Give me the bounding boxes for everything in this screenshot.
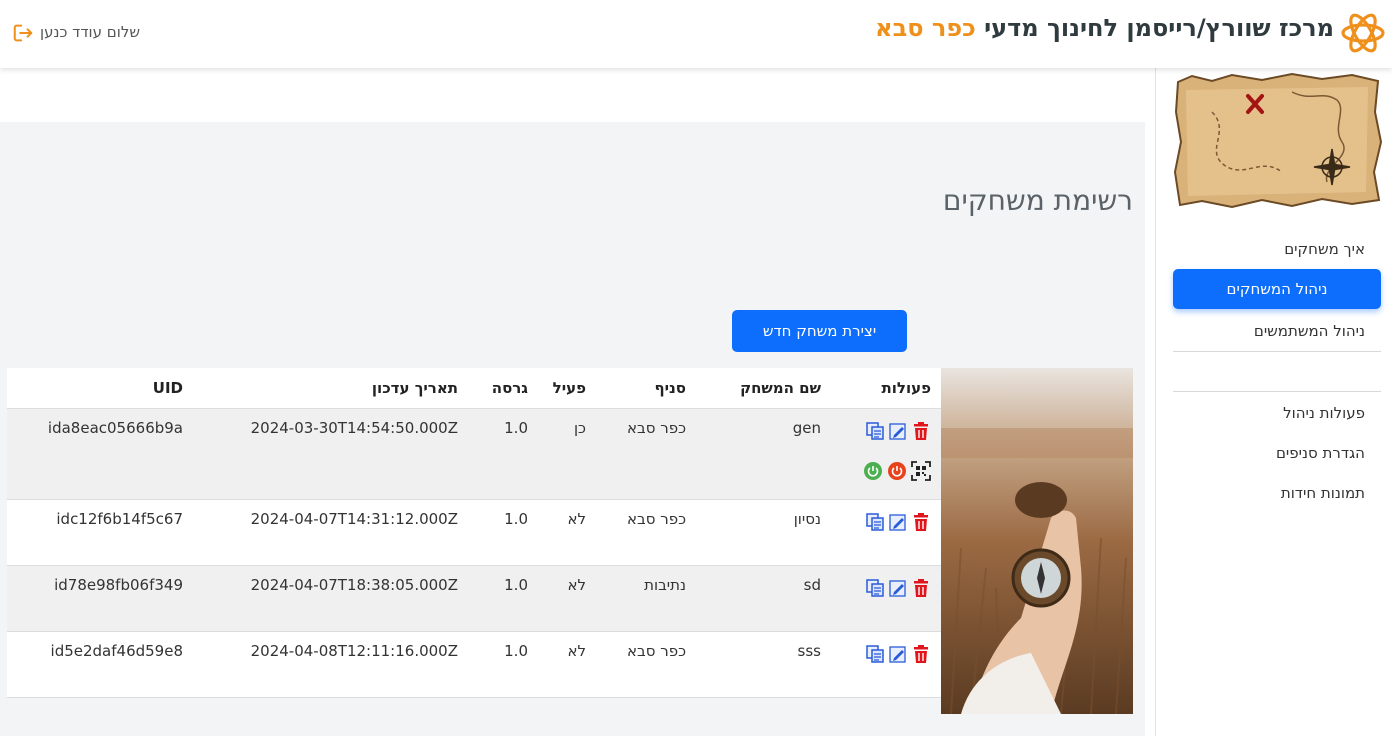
game-active: לא xyxy=(538,631,596,698)
game-uid: ida8eac05666b9a xyxy=(7,408,197,500)
col-version: גרסה xyxy=(468,368,538,409)
logout-icon[interactable] xyxy=(12,22,34,44)
game-name: נסיון xyxy=(696,499,831,566)
row-actions xyxy=(831,499,941,566)
game-updated: 2024-04-07T14:31:12.000Z xyxy=(197,499,468,566)
user-greeting: שלום עודד כנען xyxy=(40,23,140,41)
game-name: sss xyxy=(696,631,831,698)
nav-branch-settings[interactable]: הגדרת סניפים xyxy=(1173,433,1381,473)
game-version: 1.0 xyxy=(468,408,538,500)
brand-city: כפר סבא xyxy=(875,14,976,42)
row-actions xyxy=(831,408,941,500)
table-row: gen כפר סבא כן 1.0 2024-03-30T14:54:50.0… xyxy=(7,408,941,500)
sidebar-divider xyxy=(1173,351,1381,352)
copy-icon[interactable] xyxy=(865,644,885,664)
row-actions xyxy=(831,565,941,632)
delete-icon[interactable] xyxy=(911,578,931,598)
col-branch: סניף xyxy=(596,368,696,409)
compass-photo xyxy=(941,368,1133,714)
power-off-icon[interactable] xyxy=(887,461,907,481)
page-title: רשימת משחקים xyxy=(942,184,1133,217)
col-uid: UID xyxy=(7,368,197,409)
site-brand[interactable]: מרכז שוורץ/רייסמן לחינוך מדעי כפר סבא xyxy=(875,14,1334,42)
nav-how-to-play[interactable]: איך משחקים xyxy=(1173,229,1381,269)
game-version: 1.0 xyxy=(468,565,538,632)
game-uid: id78e98fb06f349 xyxy=(7,565,197,632)
sidebar: איך משחקים ניהול המשחקים ניהול המשתמשים … xyxy=(1155,68,1392,736)
copy-icon[interactable] xyxy=(865,578,885,598)
logo-icon xyxy=(1341,13,1385,53)
game-name: sd xyxy=(696,565,831,632)
delete-icon[interactable] xyxy=(911,512,931,532)
game-version: 1.0 xyxy=(468,631,538,698)
game-uid: idc12f6b14f5c67 xyxy=(7,499,197,566)
table-row: sd נתיבות לא 1.0 2024-04-07T18:38:05.000… xyxy=(7,565,941,632)
nav-manage-games[interactable]: ניהול המשחקים xyxy=(1173,269,1381,309)
col-actions: פעולות xyxy=(831,368,941,409)
col-updated: תאריך עדכון xyxy=(197,368,468,409)
game-name: gen xyxy=(696,408,831,500)
copy-icon[interactable] xyxy=(865,421,885,441)
nav-puzzle-images[interactable]: תמונות חידות xyxy=(1173,473,1381,513)
create-game-button[interactable]: יצירת משחק חדש xyxy=(732,310,907,352)
game-active: כן xyxy=(538,408,596,500)
game-active: לא xyxy=(538,499,596,566)
edit-icon[interactable] xyxy=(888,421,908,441)
game-branch: כפר סבא xyxy=(596,499,696,566)
edit-icon[interactable] xyxy=(888,512,908,532)
col-game-name: שם המשחק xyxy=(696,368,831,409)
delete-icon[interactable] xyxy=(911,421,931,441)
games-table: פעולות שם המשחק סניף פעיל גרסה תאריך עדכ… xyxy=(7,368,941,698)
qr-icon[interactable] xyxy=(911,461,931,481)
game-updated: 2024-04-07T18:38:05.000Z xyxy=(197,565,468,632)
delete-icon[interactable] xyxy=(911,644,931,664)
game-branch: כפר סבא xyxy=(596,631,696,698)
col-active: פעיל xyxy=(538,368,596,409)
edit-icon[interactable] xyxy=(888,644,908,664)
main-content: רשימת משחקים יצירת משחק חדש פעולות שם המ… xyxy=(0,122,1145,736)
copy-icon[interactable] xyxy=(865,512,885,532)
table-header-row: פעולות שם המשחק סניף פעיל גרסה תאריך עדכ… xyxy=(7,368,941,409)
nav-manage-users[interactable]: ניהול המשתמשים xyxy=(1173,311,1381,351)
row-actions xyxy=(831,631,941,698)
sidebar-divider xyxy=(1173,391,1381,392)
top-header: מרכז שוורץ/רייסמן לחינוך מדעי כפר סבא של… xyxy=(0,0,1392,68)
edit-icon[interactable] xyxy=(888,578,908,598)
game-active: לא xyxy=(538,565,596,632)
table-row: sss כפר סבא לא 1.0 2024-04-08T12:11:16.0… xyxy=(7,631,941,698)
table-row: נסיון כפר סבא לא 1.0 2024-04-07T14:31:12… xyxy=(7,499,941,566)
brand-title: מרכז שוורץ/רייסמן לחינוך מדעי xyxy=(984,14,1334,42)
game-updated: 2024-04-08T12:11:16.000Z xyxy=(197,631,468,698)
power-on-icon[interactable] xyxy=(863,461,883,481)
game-branch: נתיבות xyxy=(596,565,696,632)
treasure-map-image xyxy=(1173,72,1383,208)
nav-admin-actions[interactable]: פעולות ניהול xyxy=(1173,393,1381,433)
game-version: 1.0 xyxy=(468,499,538,566)
game-updated: 2024-03-30T14:54:50.000Z xyxy=(197,408,468,500)
game-branch: כפר סבא xyxy=(596,408,696,500)
game-uid: id5e2daf46d59e8 xyxy=(7,631,197,698)
